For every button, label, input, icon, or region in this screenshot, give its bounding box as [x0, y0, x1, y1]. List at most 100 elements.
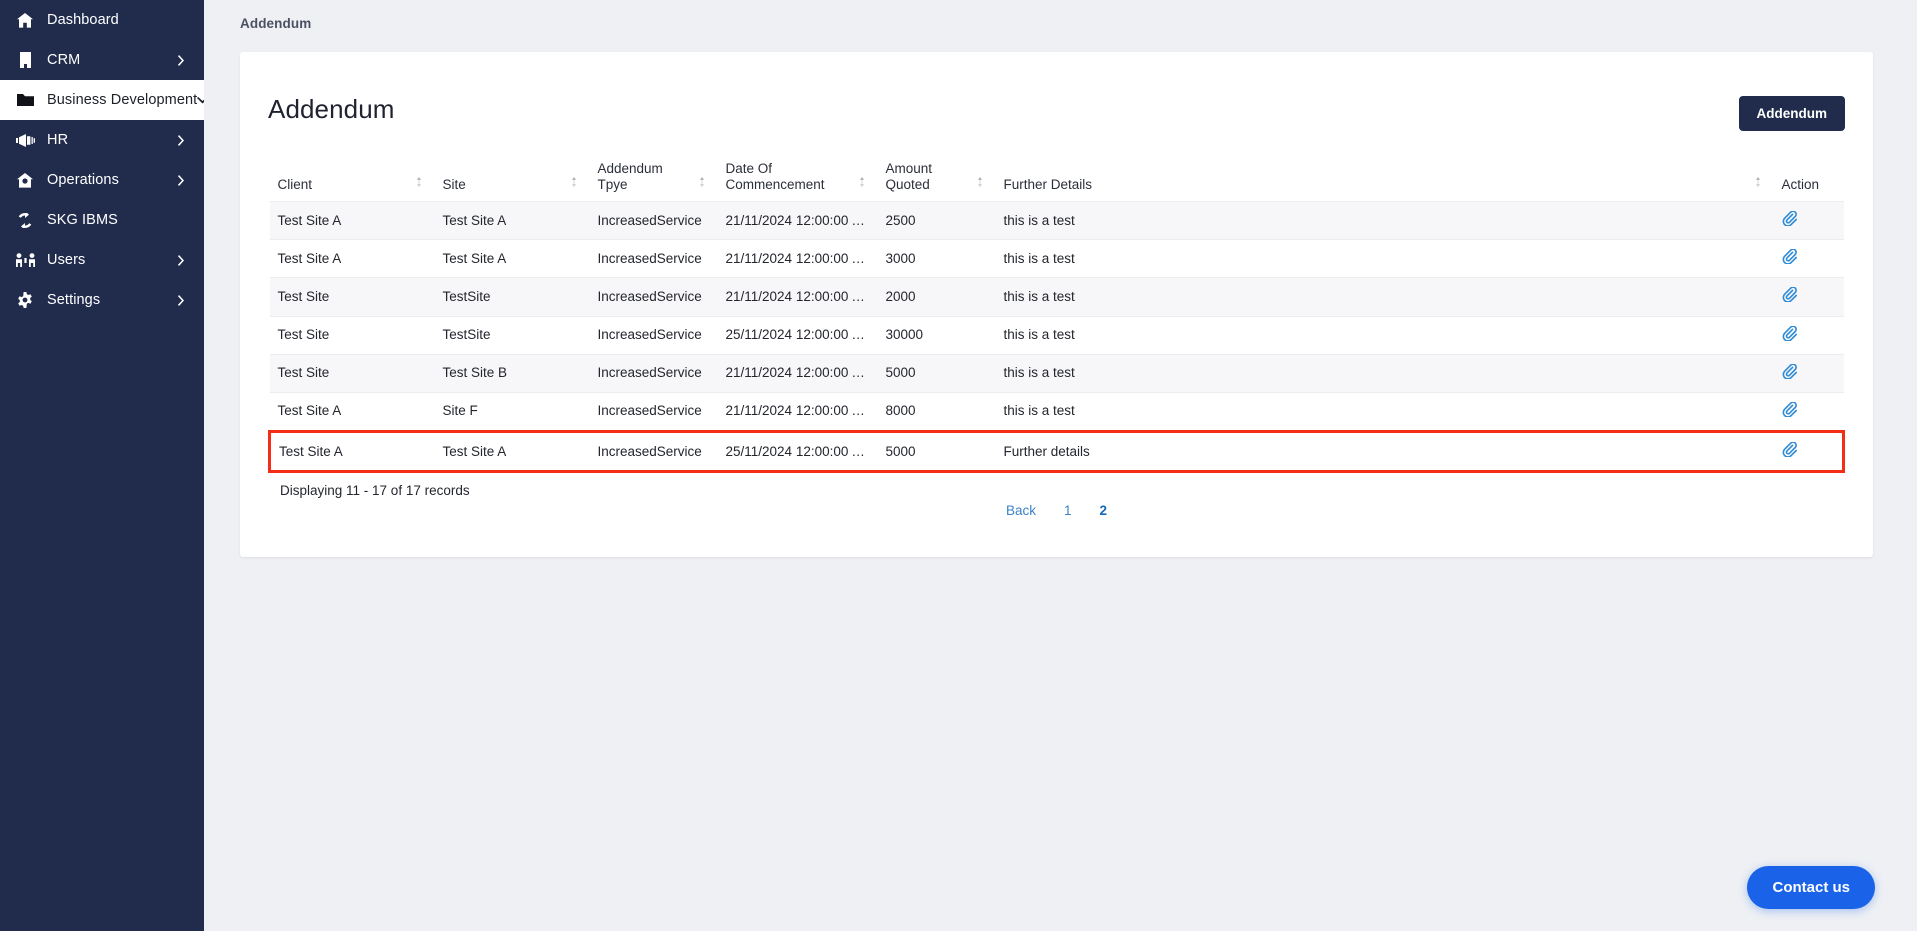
attachment-icon[interactable] [1782, 210, 1797, 227]
sync-icon [14, 211, 36, 229]
cell-date-of-commencement: 21/11/2024 12:00:00 AM [717, 239, 878, 278]
house-gear-icon [14, 171, 36, 189]
sidebar-item-label: HR [47, 132, 69, 148]
table-row[interactable]: Test Site TestSite IncreasedService 21/11/2… [269, 277, 1844, 317]
chevron-right-icon [174, 174, 188, 186]
breadcrumb: Addendum [240, 16, 312, 31]
cell-further-details: Further details [995, 430, 1774, 474]
cell-further-details: this is a test [995, 239, 1774, 278]
users-icon [14, 251, 36, 269]
contact-us-button[interactable]: Contact us [1747, 866, 1875, 909]
column-header-further-details[interactable]: Further Details [996, 161, 1774, 202]
sidebar: Dashboard CRM Business Development HR Op… [0, 0, 209, 931]
sidebar-item-business-development[interactable]: Business Development [0, 80, 209, 120]
column-label: Date Of Commencement [725, 161, 825, 192]
sidebar-item-settings[interactable]: Settings [0, 280, 204, 320]
pagination-link-1[interactable]: 1 [1050, 501, 1086, 520]
cell-client: Test Site A [269, 201, 435, 240]
cell-addendum-type: IncreasedService [589, 201, 718, 240]
cell-client: Test Site A [269, 239, 435, 278]
column-label: Addendum Tpye [597, 161, 663, 192]
cell-client: Test Site A [268, 430, 435, 474]
sidebar-item-label: CRM [47, 52, 81, 68]
sidebar-item-label: SKG IBMS [47, 212, 118, 228]
cell-site: Test Site A [434, 430, 590, 474]
attachment-icon[interactable] [1782, 286, 1797, 304]
cell-site: TestSite [434, 315, 590, 355]
attachment-icon[interactable] [1782, 401, 1797, 418]
cell-amount-quoted: 2000 [877, 277, 996, 317]
sort-icon[interactable] [977, 176, 988, 193]
cell-amount-quoted: 5000 [877, 353, 996, 393]
chevron-right-icon [174, 254, 188, 266]
cell-addendum-type: IncreasedService [589, 353, 718, 393]
table-row[interactable]: Test Site A Test Site A IncreasedService 21… [269, 239, 1844, 278]
cell-client: Test Site A [269, 391, 435, 432]
sidebar-item-hr[interactable]: HR [0, 120, 204, 160]
cell-site: Test Site A [434, 239, 590, 278]
attachment-icon[interactable] [1782, 363, 1797, 380]
addendum-card: Addendum Addendum Client Site Addendum T… [240, 52, 1873, 558]
cell-addendum-type: IncreasedService [589, 391, 718, 432]
pagination-link-back[interactable]: Back [992, 501, 1050, 520]
column-label: Amount Quoted [885, 161, 933, 192]
cell-action [1773, 201, 1844, 240]
cell-date-of-commencement: 21/11/2024 12:00:00 AM [717, 201, 878, 240]
cell-amount-quoted: 8000 [877, 391, 996, 432]
attachment-icon[interactable] [1782, 325, 1797, 342]
cell-action [1773, 430, 1845, 474]
add-addendum-button[interactable]: Addendum [1738, 96, 1845, 131]
sidebar-item-dashboard[interactable]: Dashboard [0, 0, 204, 40]
addendum-table: Client Site Addendum Tpye Date Of Commen… [268, 161, 1845, 474]
column-header-site[interactable]: Site [435, 161, 590, 202]
cell-addendum-type: IncreasedService [589, 430, 718, 474]
table-row[interactable]: Test Site TestSite IncreasedService 25/11/2… [269, 315, 1844, 355]
table-row[interactable]: Test Site A Test Site A IncreasedService 25… [268, 430, 1845, 474]
sort-icon[interactable] [859, 176, 870, 193]
table-row[interactable]: Test Site Test Site B IncreasedService 21/1… [269, 353, 1844, 393]
sidebar-item-skg-ibms[interactable]: SKG IBMS [0, 200, 204, 240]
pagination-link-2[interactable]: 2 [1086, 501, 1122, 520]
sort-icon[interactable] [571, 176, 582, 193]
cell-amount-quoted: 5000 [877, 430, 996, 474]
sidebar-item-label: Settings [47, 292, 101, 308]
sort-icon[interactable] [1755, 176, 1766, 193]
sidebar-item-label: Business Development [47, 92, 198, 108]
cell-date-of-commencement: 21/11/2024 12:00:00 AM [717, 277, 878, 317]
column-label: Further Details [1003, 176, 1093, 192]
table-footer: Displaying 11 - 17 of 17 records Back 1 2 [268, 473, 1845, 531]
addendum-table-wrapper: Client Site Addendum Tpye Date Of Commen… [264, 161, 1849, 531]
table-row[interactable]: Test Site A Site F IncreasedService 21/11/2… [269, 391, 1844, 432]
attachment-icon[interactable] [1782, 441, 1797, 458]
cell-further-details: this is a test [995, 315, 1774, 355]
cell-site: Test Site B [434, 353, 590, 393]
table-row[interactable]: Test Site A Test Site A IncreasedService 21… [269, 201, 1844, 240]
column-header-amount-quoted[interactable]: Amount Quoted [878, 161, 996, 202]
table-body: Test Site A Test Site A IncreasedService 21… [268, 201, 1845, 474]
column-header-date-of-commencement[interactable]: Date Of Commencement [718, 161, 878, 202]
attachment-icon[interactable] [1782, 248, 1797, 265]
cell-site: Site F [434, 391, 590, 432]
sidebar-item-users[interactable]: Users [0, 240, 204, 280]
megaphone-icon [14, 131, 36, 149]
sidebar-item-operations[interactable]: Operations [0, 160, 204, 200]
column-header-addendum-type[interactable]: Addendum Tpye [590, 161, 718, 202]
record-count: Displaying 11 - 17 of 17 records [280, 483, 470, 499]
table-header: Client Site Addendum Tpye Date Of Commen… [270, 161, 1844, 202]
pagination: Back 1 2 [268, 501, 1845, 520]
cell-action [1773, 277, 1844, 317]
sort-icon[interactable] [699, 176, 710, 193]
app-root: Dashboard CRM Business Development HR Op… [0, 0, 1917, 931]
sidebar-item-crm[interactable]: CRM [0, 40, 204, 80]
cell-client: Test Site [269, 353, 435, 393]
cell-site: Test Site A [434, 201, 590, 240]
sort-icon[interactable] [416, 176, 427, 193]
column-header-client[interactable]: Client [270, 161, 435, 202]
gear-icon [14, 291, 36, 309]
column-label: Action [1781, 176, 1820, 192]
cell-amount-quoted: 2500 [877, 201, 996, 240]
column-label: Client [277, 176, 313, 192]
cell-date-of-commencement: 25/11/2024 12:00:00 AM [717, 315, 878, 355]
sidebar-item-label: Operations [47, 172, 119, 188]
cell-addendum-type: IncreasedService [589, 277, 718, 317]
